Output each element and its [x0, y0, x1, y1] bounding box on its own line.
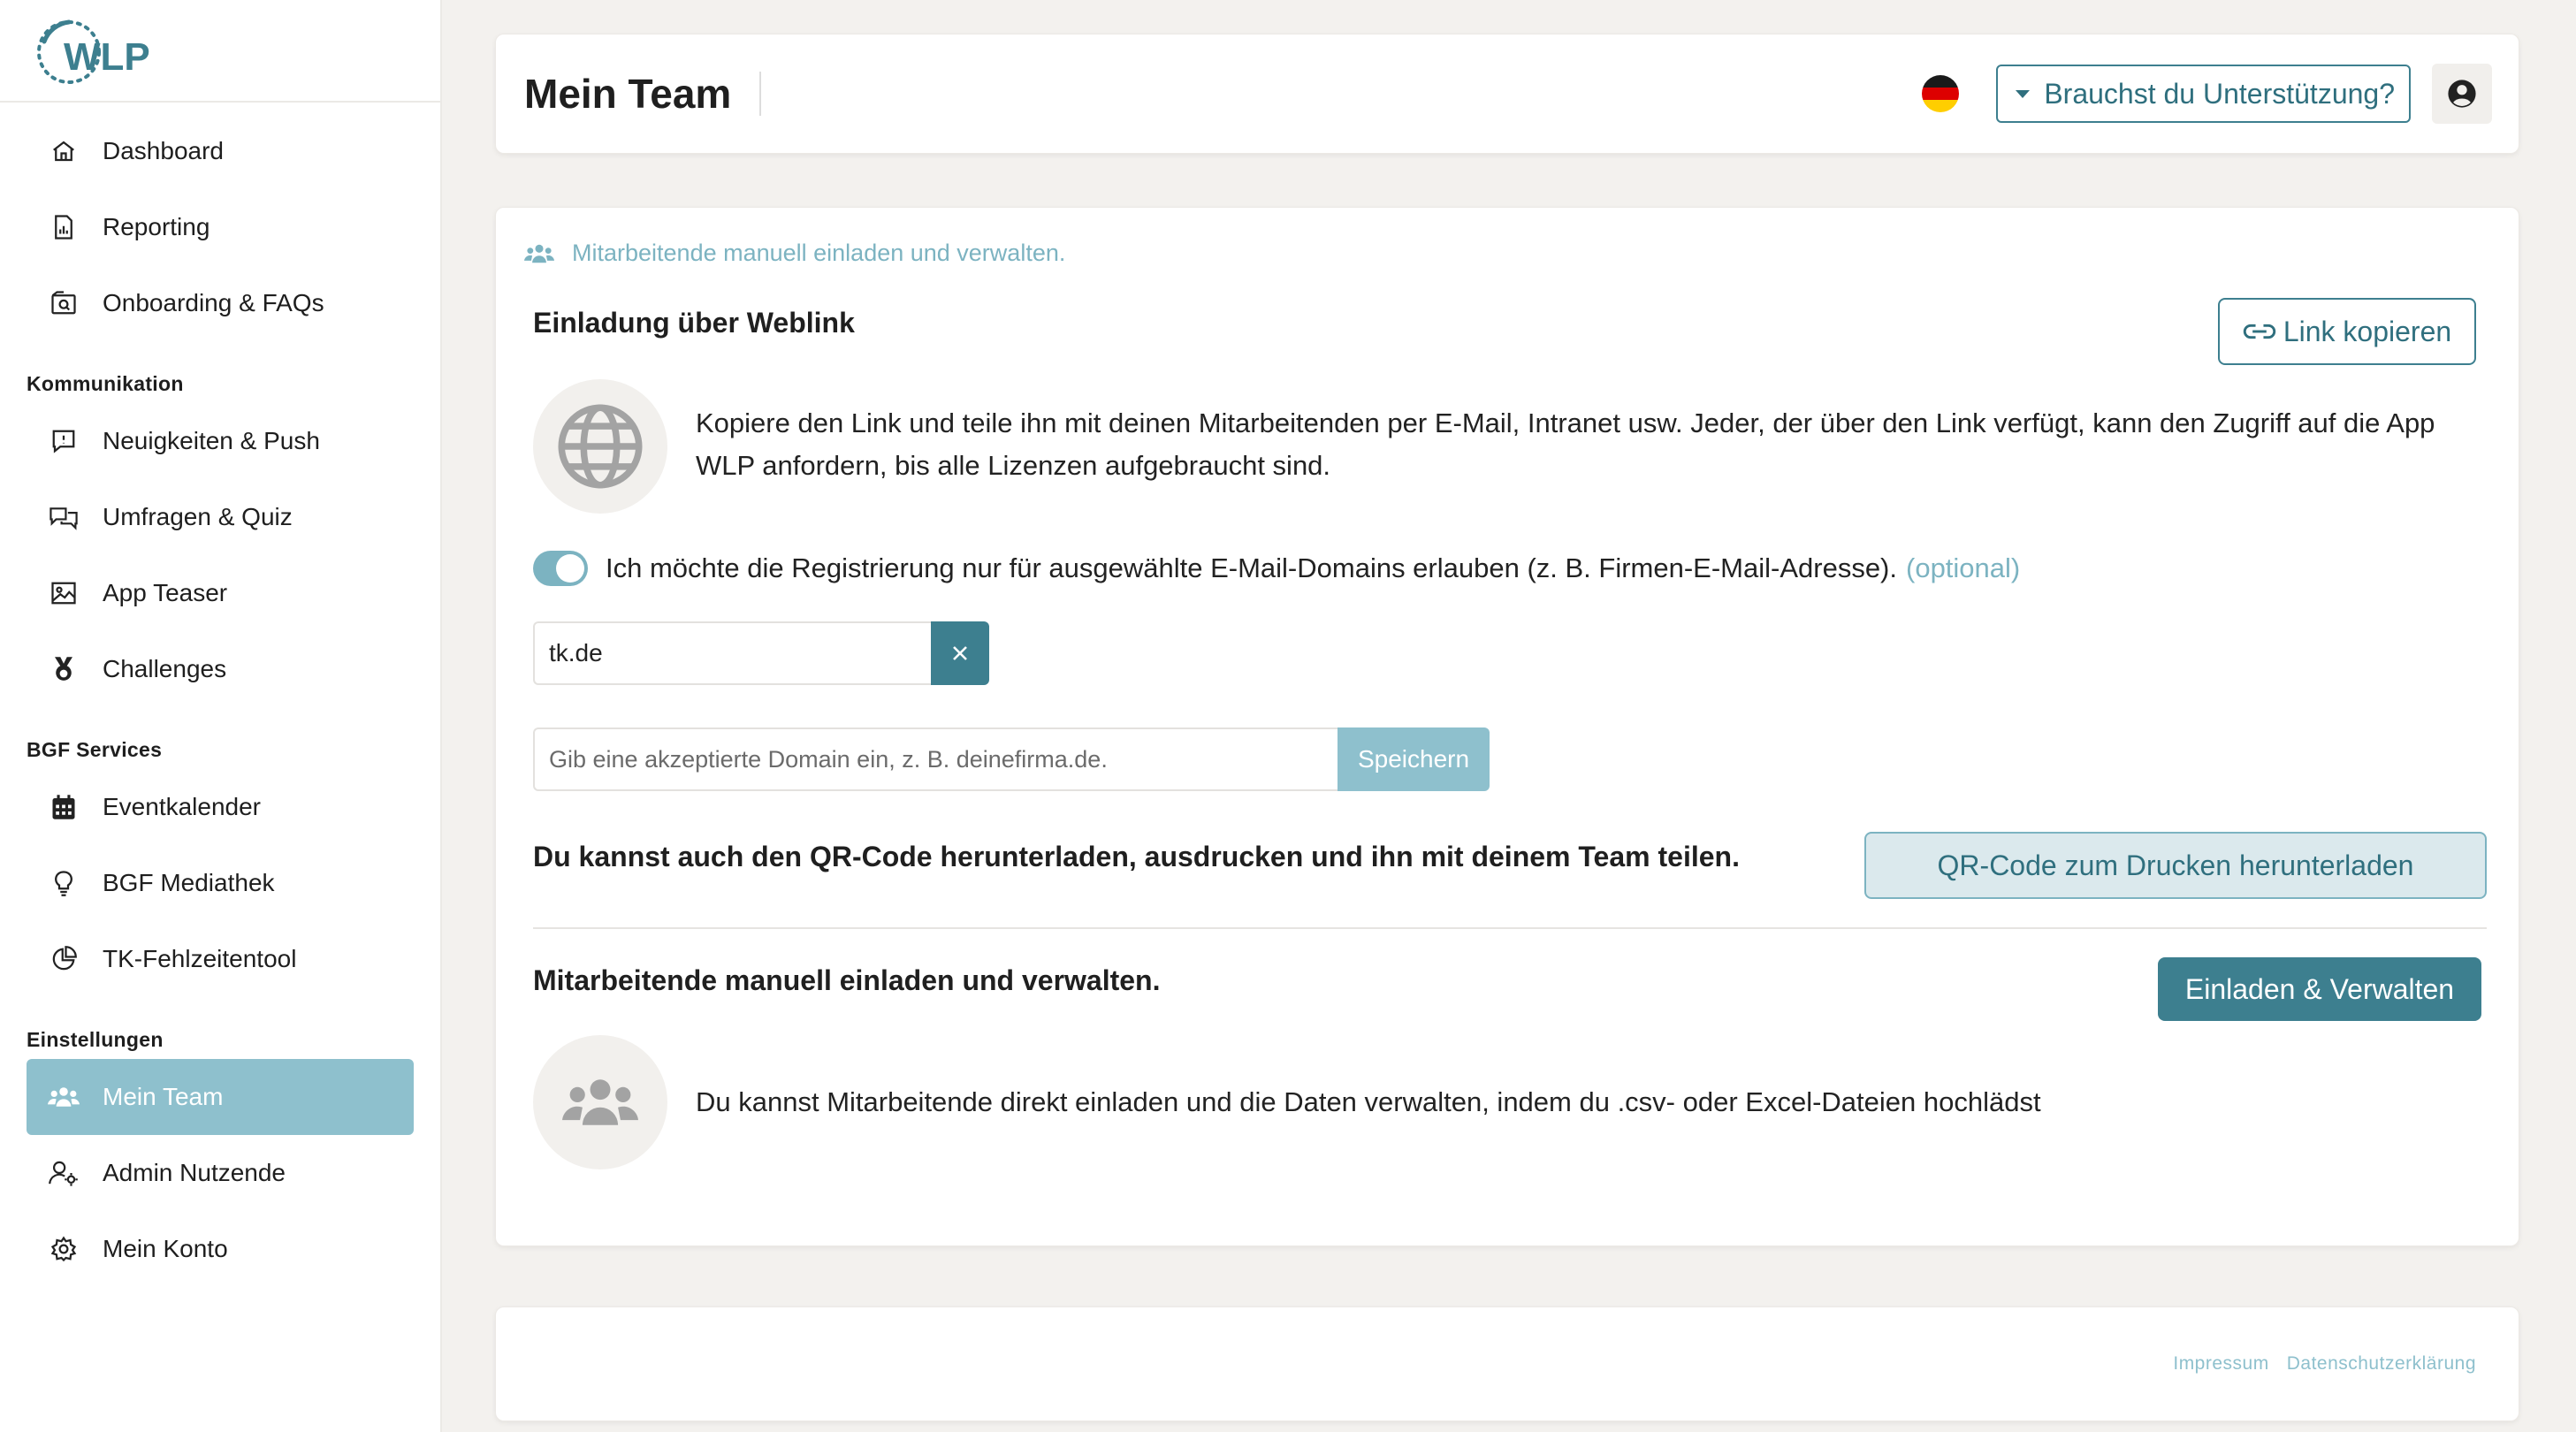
download-qr-button[interactable]: QR-Code zum Drucken herunterladen — [1864, 832, 2487, 899]
copy-link-label: Link kopieren — [2283, 315, 2452, 347]
sidebar-item-label: Reporting — [103, 213, 210, 240]
sidebar-item-admin-nutzende[interactable]: Admin Nutzende — [27, 1135, 414, 1211]
divider — [533, 927, 2487, 929]
sidebar-item-app-teaser[interactable]: App Teaser — [27, 555, 414, 631]
remove-domain-button[interactable] — [931, 621, 989, 685]
page-title: Mein Team — [524, 72, 762, 116]
onboarding-icon — [48, 287, 80, 319]
section-kommunikation: Kommunikation — [27, 372, 184, 395]
invite-manage-button[interactable]: Einladen & Verwalten — [2158, 957, 2481, 1021]
footer-links: Impressum Datenschutzerklärung — [2173, 1353, 2476, 1375]
pie-chart-icon — [48, 943, 80, 975]
home-icon — [48, 135, 80, 167]
impressum-link[interactable]: Impressum — [2173, 1353, 2268, 1375]
logo[interactable]: WLP — [0, 0, 440, 103]
domain-restriction-toggle[interactable] — [533, 551, 588, 586]
sidebar-item-label: Eventkalender — [103, 793, 262, 820]
domain-restriction-row: Ich möchte die Registrierung nur für aus… — [533, 551, 2020, 586]
sidebar-item-dashboard[interactable]: Dashboard — [27, 113, 414, 189]
breadcrumb: Mitarbeitende manuell einladen und verwa… — [524, 240, 1065, 267]
sidebar-item-label: Onboarding & FAQs — [103, 289, 324, 316]
sidebar-item-label: Mein Team — [103, 1083, 224, 1110]
domain-tag: tk.de — [533, 621, 989, 685]
datenschutz-link[interactable]: Datenschutzerklärung — [2287, 1353, 2476, 1375]
sidebar-item-label: Mein Konto — [103, 1235, 228, 1262]
user-circle-icon — [2448, 80, 2476, 108]
domain-tag-value: tk.de — [533, 621, 931, 685]
gear-icon — [48, 1233, 80, 1265]
germany-flag-icon[interactable] — [1922, 75, 1960, 112]
sidebar-item-fehlzeitentool[interactable]: TK-Fehlzeitentool — [27, 921, 414, 997]
image-icon — [48, 577, 80, 609]
sidebar-item-label: Neuigkeiten & Push — [103, 427, 320, 454]
sidebar-item-label: BGF Mediathek — [103, 869, 275, 896]
footer: Impressum Datenschutzerklärung — [495, 1306, 2519, 1421]
support-dropdown-button[interactable]: Brauchst du Unterstützung? — [1996, 65, 2411, 123]
sidebar-item-label: App Teaser — [103, 579, 228, 606]
sidebar-item-eventkalender[interactable]: Eventkalender — [27, 769, 414, 845]
support-label: Brauchst du Unterstützung? — [2044, 77, 2395, 110]
globe-icon — [533, 379, 667, 514]
sidebar-item-challenges[interactable]: Challenges — [27, 631, 414, 707]
team-card: Mitarbeitende manuell einladen und verwa… — [495, 207, 2519, 1246]
medal-icon — [48, 653, 80, 685]
sidebar-item-neuigkeiten[interactable]: Neuigkeiten & Push — [27, 403, 414, 479]
user-settings-icon — [48, 1157, 80, 1189]
sidebar-item-label: Challenges — [103, 655, 227, 682]
sidebar-item-mein-team[interactable]: Mein Team — [27, 1059, 414, 1135]
weblink-title: Einladung über Weblink — [533, 307, 855, 339]
report-file-icon — [48, 211, 80, 243]
sidebar-item-umfragen[interactable]: Umfragen & Quiz — [27, 479, 414, 555]
caret-down-icon — [2016, 89, 2031, 98]
page-header: Mein Team Brauchst du Unterstützung? — [495, 34, 2519, 154]
copy-link-button[interactable]: Link kopieren — [2218, 298, 2476, 365]
sidebar-item-mein-konto[interactable]: Mein Konto — [27, 1211, 414, 1287]
team-icon — [48, 1081, 80, 1113]
sidebar-item-label: Umfragen & Quiz — [103, 503, 293, 530]
manual-title: Mitarbeitende manuell einladen und verwa… — [533, 964, 1161, 996]
sidebar-item-mediathek[interactable]: BGF Mediathek — [27, 845, 414, 921]
breadcrumb-text: Mitarbeitende manuell einladen und verwa… — [572, 240, 1066, 266]
sidebar-item-reporting[interactable]: Reporting — [27, 189, 414, 265]
wlp-logo-icon: WLP — [37, 19, 150, 84]
section-bgf-services: BGF Services — [27, 738, 163, 761]
close-icon — [953, 646, 967, 660]
sidebar-item-label: TK-Fehlzeitentool — [103, 945, 297, 972]
calendar-icon — [48, 791, 80, 823]
sidebar-item-label: Admin Nutzende — [103, 1159, 286, 1186]
qr-text: Du kannst auch den QR-Code herunterladen… — [533, 841, 1740, 872]
news-icon — [48, 425, 80, 457]
optional-label: (optional) — [1906, 552, 2021, 583]
toggle-label: Ich möchte die Registrierung nur für aus… — [606, 552, 1897, 583]
sidebar-item-label: Dashboard — [103, 137, 224, 164]
manual-description: Du kannst Mitarbeitende direkt einladen … — [696, 1086, 2041, 1117]
sidebar-nav: Dashboard Reporting Onboarding & FAQs Ko… — [0, 113, 440, 1287]
sidebar-item-onboarding[interactable]: Onboarding & FAQs — [27, 265, 414, 341]
domain-input-group: Speichern — [533, 727, 1490, 791]
domain-input[interactable] — [533, 727, 1338, 791]
section-einstellungen: Einstellungen — [27, 1028, 164, 1051]
weblink-description: Kopiere den Link und teile ihn mit deine… — [696, 408, 2435, 481]
save-domain-button[interactable]: Speichern — [1338, 727, 1490, 791]
chat-icon — [48, 501, 80, 533]
team-icon — [533, 1035, 667, 1169]
sidebar: WLP Dashboard Reporting Onboarding & FAQ… — [0, 0, 442, 1432]
header-actions: Brauchst du Unterstützung? — [1922, 64, 2492, 124]
team-icon — [524, 242, 554, 265]
lightbulb-icon — [48, 867, 80, 899]
link-icon — [2243, 324, 2276, 339]
svg-text:WLP: WLP — [64, 35, 150, 79]
user-menu-button[interactable] — [2432, 64, 2492, 124]
